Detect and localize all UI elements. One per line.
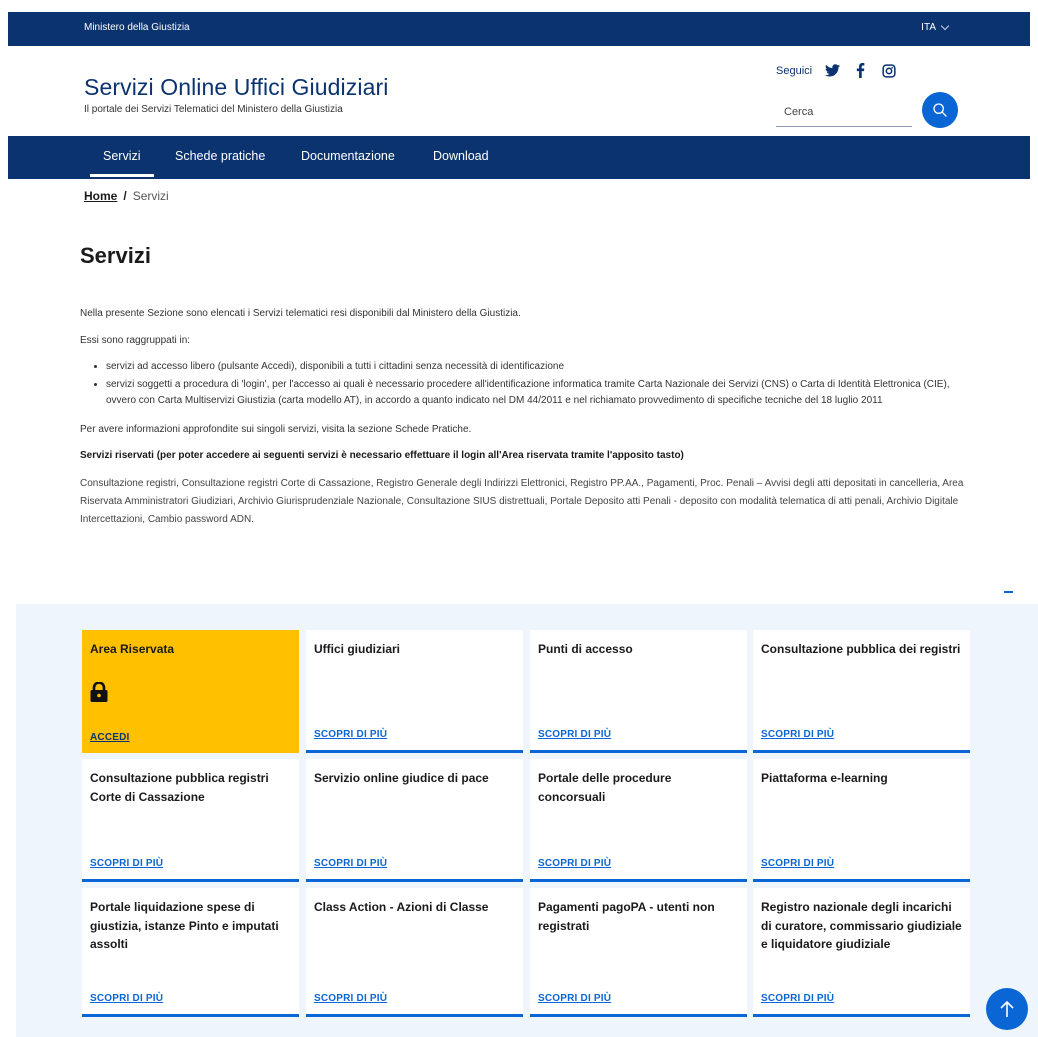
language-label: ITA <box>921 22 936 33</box>
reserved-services-list: Consultazione registri, Consultazione re… <box>80 477 964 525</box>
nav-item-schede-pratiche[interactable]: Schede pratiche <box>175 149 265 163</box>
card-uffici-giudiziari[interactable]: Uffici giudiziari SCOPRI DI PIÙ <box>306 630 523 753</box>
card-registro-incarichi[interactable]: Registro nazionale degli incarichi di cu… <box>753 888 970 1017</box>
nav-item-servizi[interactable]: Servizi <box>90 149 153 177</box>
page-title: Servizi <box>80 243 151 268</box>
card-title: Piattaforma e-learning <box>761 771 888 785</box>
nav-item-documentazione[interactable]: Documentazione <box>301 149 395 163</box>
discover-more-link[interactable]: SCOPRI DI PIÙ <box>761 993 834 1004</box>
discover-more-link[interactable]: SCOPRI DI PIÙ <box>538 858 611 869</box>
list-item: servizi ad accesso libero (pulsante Acce… <box>106 359 964 376</box>
breadcrumb: Home / Servizi <box>84 189 169 203</box>
card-title: Consultazione pubblica dei registri <box>761 642 961 656</box>
card-class-action[interactable]: Class Action - Azioni di Classe SCOPRI D… <box>306 888 523 1017</box>
facebook-icon[interactable] <box>853 63 868 78</box>
card-title: Consultazione pubblica registri Corte di… <box>90 771 269 804</box>
card-punti-di-accesso[interactable]: Punti di accesso SCOPRI DI PIÙ <box>530 630 747 753</box>
reserved-services-heading: Servizi riservati (per poter accedere ai… <box>80 450 684 461</box>
twitter-icon[interactable] <box>825 63 841 78</box>
card-pagamenti-pagopa[interactable]: Pagamenti pagoPA - utenti non registrati… <box>530 888 747 1017</box>
card-title: Servizio online giudice di pace <box>314 771 489 785</box>
card-title: Portale delle procedure concorsuali <box>538 771 672 804</box>
breadcrumb-current: Servizi <box>132 189 169 203</box>
instagram-icon[interactable] <box>881 63 896 78</box>
discover-more-link[interactable]: SCOPRI DI PIÙ <box>314 858 387 869</box>
discover-more-link[interactable]: SCOPRI DI PIÙ <box>538 993 611 1004</box>
card-title: Area Riservata <box>90 642 175 656</box>
site-subtitle: Il portale dei Servizi Telematici del Mi… <box>84 104 343 115</box>
discover-more-link[interactable]: SCOPRI DI PIÙ <box>761 729 834 740</box>
discover-more-link[interactable]: SCOPRI DI PIÙ <box>90 858 163 869</box>
discover-more-link[interactable]: SCOPRI DI PIÙ <box>761 858 834 869</box>
card-liquidazione-spese[interactable]: Portale liquidazione spese di giustizia,… <box>82 888 299 1017</box>
chevron-down-icon <box>940 21 950 30</box>
discover-more-link[interactable]: SCOPRI DI PIÙ <box>538 729 611 740</box>
list-item: servizi soggetti a procedura di 'login',… <box>106 377 964 410</box>
card-procedure-concorsuali[interactable]: Portale delle procedure concorsuali SCOP… <box>530 759 747 882</box>
search-icon <box>933 103 947 117</box>
card-consultazione-registri[interactable]: Consultazione pubblica dei registri SCOP… <box>753 630 970 753</box>
discover-more-link[interactable]: SCOPRI DI PIÙ <box>314 729 387 740</box>
card-e-learning[interactable]: Piattaforma e-learning SCOPRI DI PIÙ <box>753 759 970 882</box>
grouped-paragraph: Essi sono raggruppati in: <box>80 334 191 346</box>
collapse-icon[interactable] <box>1004 591 1013 593</box>
social-label: Seguici <box>776 64 813 77</box>
main-navigation: Servizi Schede pratiche Documentazione D… <box>8 136 1030 179</box>
language-selector[interactable]: ITA <box>921 21 950 33</box>
arrow-up-icon <box>1000 1000 1014 1017</box>
back-to-top-button[interactable] <box>986 988 1028 1030</box>
social-links: Seguici <box>776 63 896 78</box>
access-link[interactable]: ACCEDI <box>90 732 130 743</box>
more-info-paragraph: Per avere informazioni approfondite sui … <box>80 423 472 435</box>
card-title: Registro nazionale degli incarichi di cu… <box>761 900 962 952</box>
intro-paragraph: Nella presente Sezione sono elencati i S… <box>80 308 521 319</box>
discover-more-link[interactable]: SCOPRI DI PIÙ <box>314 993 387 1004</box>
search-button[interactable] <box>922 92 958 128</box>
card-title: Portale liquidazione spese di giustizia,… <box>90 900 279 952</box>
card-title: Uffici giudiziari <box>314 642 401 656</box>
card-title: Class Action - Azioni di Classe <box>314 900 489 914</box>
breadcrumb-separator: / <box>123 189 127 203</box>
breadcrumb-home-link[interactable]: Home <box>84 189 117 203</box>
search-input[interactable]: Cerca <box>776 98 912 127</box>
card-title: Punti di accesso <box>538 642 633 656</box>
card-registri-cassazione[interactable]: Consultazione pubblica registri Corte di… <box>82 759 299 882</box>
page-content: Nella presente Sezione sono elencati i S… <box>80 306 964 539</box>
brand[interactable]: Servizi Online Uffici Giudiziari Il port… <box>84 74 388 115</box>
card-title: Pagamenti pagoPA - utenti non registrati <box>538 900 715 933</box>
service-types-list: servizi ad accesso libero (pulsante Acce… <box>106 359 964 410</box>
site-title: Servizi Online Uffici Giudiziari <box>84 74 389 100</box>
slim-header: Ministero della Giustizia ITA <box>8 12 1030 46</box>
nav-item-download[interactable]: Download <box>433 149 489 163</box>
card-giudice-di-pace[interactable]: Servizio online giudice di pace SCOPRI D… <box>306 759 523 882</box>
card-area-riservata[interactable]: Area Riservata ACCEDI <box>82 630 299 753</box>
lock-icon <box>90 681 108 707</box>
services-cards-section: Area Riservata ACCEDI Uffici giudiziari … <box>16 604 1038 1037</box>
discover-more-link[interactable]: SCOPRI DI PIÙ <box>90 993 163 1004</box>
ministry-link[interactable]: Ministero della Giustizia <box>84 22 190 33</box>
